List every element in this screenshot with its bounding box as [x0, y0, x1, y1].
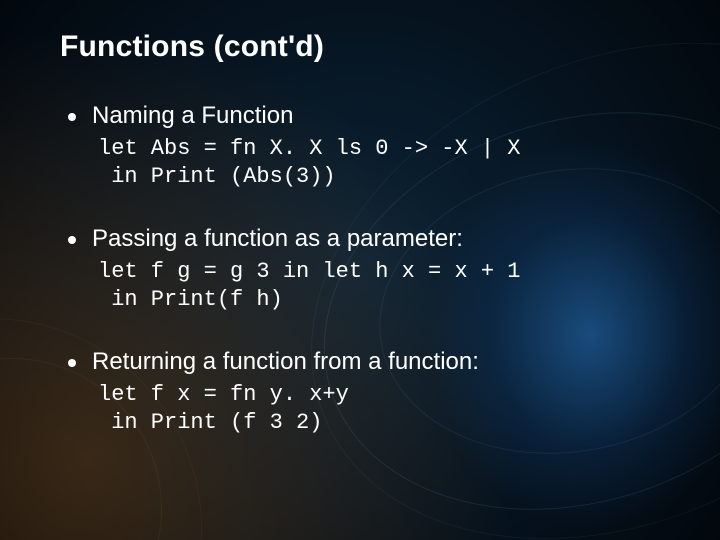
list-item: Passing a function as a parameter: let f…: [60, 225, 660, 314]
bullet-icon: [68, 359, 76, 367]
bullet-heading: Naming a Function: [92, 102, 293, 131]
bullet-row: Returning a function from a function:: [60, 348, 660, 377]
slide-title: Functions (cont'd): [60, 30, 720, 64]
bullet-heading: Passing a function as a parameter:: [92, 225, 463, 254]
code-block: let f x = fn y. x+y in Print (f 3 2): [98, 381, 660, 437]
list-item: Returning a function from a function: le…: [60, 348, 660, 437]
bullet-icon: [68, 113, 76, 121]
slide: Functions (cont'd) Naming a Function let…: [0, 0, 720, 540]
bullet-row: Passing a function as a parameter:: [60, 225, 660, 254]
bullet-icon: [68, 236, 76, 244]
list-item: Naming a Function let Abs = fn X. X ls 0…: [60, 102, 660, 191]
bullet-row: Naming a Function: [60, 102, 660, 131]
code-block: let f g = g 3 in let h x = x + 1 in Prin…: [98, 258, 660, 314]
bullet-heading: Returning a function from a function:: [92, 348, 479, 377]
bullet-list: Naming a Function let Abs = fn X. X ls 0…: [60, 102, 660, 437]
code-block: let Abs = fn X. X ls 0 -> -X | X in Prin…: [98, 135, 660, 191]
